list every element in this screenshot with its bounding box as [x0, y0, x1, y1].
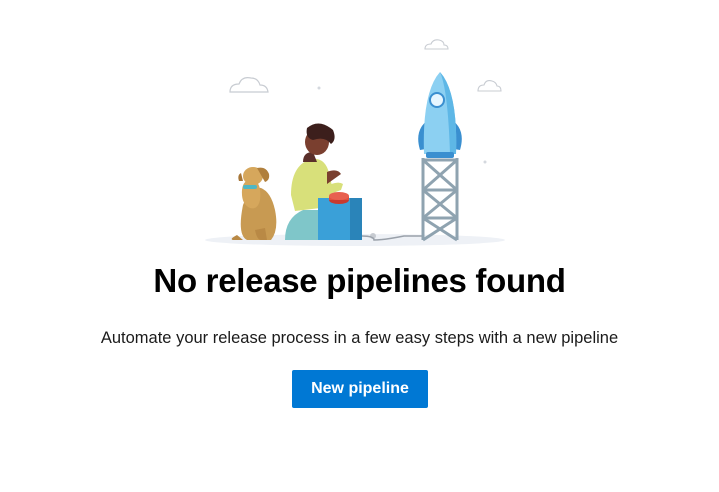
release-pipeline-illustration	[205, 39, 505, 246]
launch-box	[318, 192, 422, 241]
empty-state-description: Automate your release process in a few e…	[100, 329, 619, 347]
empty-state-page: No release pipelines found Automate your…	[0, 0, 719, 492]
rocket-icon	[418, 72, 462, 158]
launch-tower	[421, 158, 459, 242]
new-pipeline-button[interactable]: New pipeline	[292, 370, 428, 408]
empty-state-title: No release pipelines found	[153, 262, 566, 299]
cloud-icon	[477, 79, 502, 92]
cloud-icon	[424, 39, 449, 50]
cloud-icon	[229, 77, 269, 93]
dog-figure	[231, 167, 277, 240]
